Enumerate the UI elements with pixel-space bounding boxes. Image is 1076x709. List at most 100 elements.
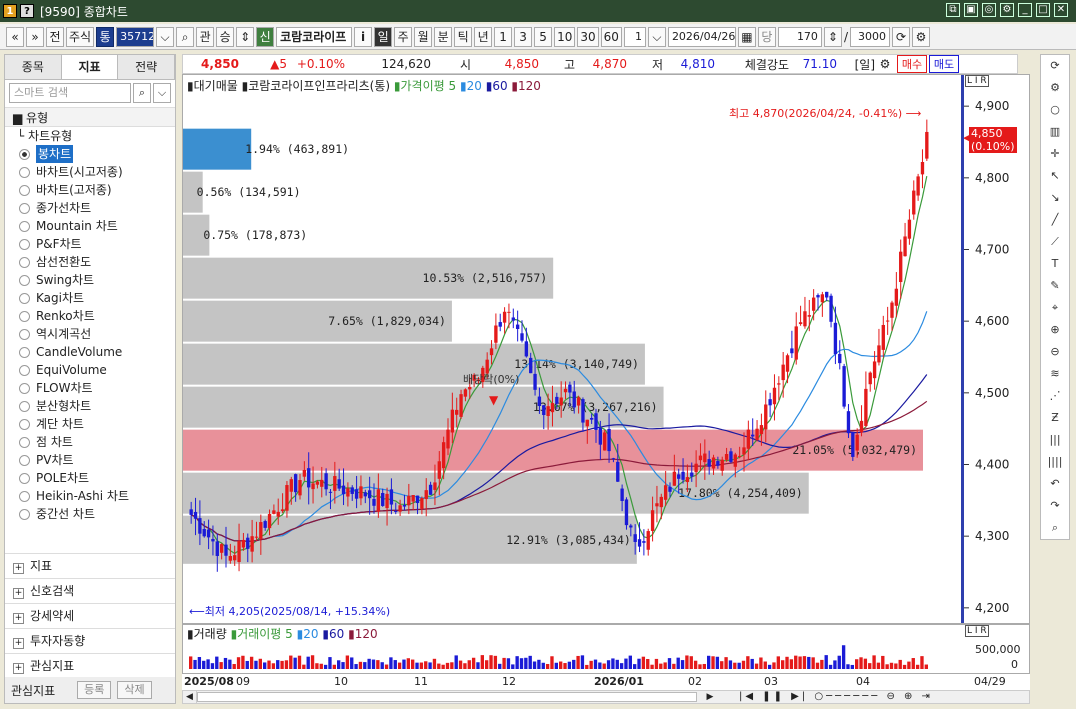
radio-icon[interactable]	[19, 382, 30, 394]
close-icon[interactable]: ✕	[1054, 3, 1068, 17]
grid-lines-icon[interactable]: ||||	[1041, 451, 1069, 473]
radio-icon[interactable]	[19, 364, 30, 376]
radio-icon[interactable]	[19, 418, 30, 430]
chart-type-option[interactable]: Mountain 차트	[5, 217, 175, 235]
unit-dropdown-icon[interactable]: ⌵	[647, 26, 666, 47]
tab-stock[interactable]: 종목	[5, 55, 62, 79]
search-tool-icon[interactable]: ⌕	[1041, 517, 1069, 539]
cycle-lines-icon[interactable]: |||	[1041, 429, 1069, 451]
stock-type-button[interactable]: 주식	[66, 26, 95, 47]
settings-icon[interactable]: ⚙	[1000, 3, 1014, 17]
max-count-input[interactable]: 3000	[849, 26, 890, 47]
chart-type-option[interactable]: 바차트(고저종)	[5, 181, 175, 199]
chart-type-option[interactable]: 봉차트	[5, 145, 175, 163]
volume-chart[interactable]: ▮거래량 ▮거래이평 5 ▮20 ▮60 ▮120 500,000 0 L I …	[182, 624, 1030, 674]
chart-type-option[interactable]: 삼선전환도	[5, 253, 175, 271]
radio-icon[interactable]	[19, 148, 30, 160]
chart-type-option[interactable]: POLE차트	[5, 469, 175, 487]
info-button[interactable]: i	[354, 26, 373, 47]
nav-prev-button[interactable]: «	[6, 26, 24, 47]
zoom-out-icon[interactable]: ⊖	[1041, 341, 1069, 363]
sin-button[interactable]: 신	[256, 26, 275, 47]
cursor-circle-icon[interactable]: ○	[1041, 99, 1069, 121]
sell-button[interactable]: 매도	[929, 55, 959, 73]
chart-scrollbar[interactable]: ◀ ▶ |◀ ❚❚ ▶| ○────── ⊖ ⊕ ⇥	[182, 690, 1030, 704]
chart-type-option[interactable]: Kagi차트	[5, 289, 175, 307]
radio-icon[interactable]	[19, 256, 30, 268]
chart-type-option[interactable]: 종가선차트	[5, 199, 175, 217]
interval-10-button[interactable]: 10	[554, 26, 576, 47]
period-week-tab[interactable]: 주	[394, 26, 413, 47]
gwan-button[interactable]: 관	[196, 26, 215, 47]
seung-button[interactable]: 승	[216, 26, 235, 47]
chart-type-option[interactable]: 점 차트	[5, 433, 175, 451]
chart-type-option[interactable]: Renko차트	[5, 307, 175, 325]
radio-icon[interactable]	[19, 274, 30, 286]
radio-icon[interactable]	[19, 472, 30, 484]
folder-investor[interactable]: + 투자자동향	[5, 628, 175, 653]
interval-60-button[interactable]: 60	[600, 26, 622, 47]
refresh-plus-icon[interactable]: ⟳	[891, 26, 910, 47]
toolbar-settings-icon[interactable]: ⚙	[911, 26, 930, 47]
panel-controls-icon[interactable]: L I R	[965, 75, 989, 87]
radio-icon[interactable]	[19, 184, 30, 196]
all-tool-icon[interactable]: ⌖	[1041, 297, 1069, 319]
chart-type-option[interactable]: PV차트	[5, 451, 175, 469]
count-stepper[interactable]: ⇕	[823, 26, 842, 47]
radio-icon[interactable]	[19, 238, 30, 250]
radio-icon[interactable]	[19, 328, 30, 340]
chart-type-option[interactable]: EquiVolume	[5, 361, 175, 379]
chart-type-option[interactable]: FLOW차트	[5, 379, 175, 397]
chart-bars-icon[interactable]: ▥	[1041, 121, 1069, 143]
zoom-in-icon[interactable]: ⊕	[1041, 319, 1069, 341]
radio-icon[interactable]	[19, 454, 30, 466]
radio-icon[interactable]	[19, 166, 30, 178]
interval-5-button[interactable]: 5	[534, 26, 553, 47]
radio-icon[interactable]	[19, 220, 30, 232]
fib-icon[interactable]: ≋	[1041, 363, 1069, 385]
save-icon[interactable]: ▣	[964, 3, 978, 17]
dang-button[interactable]: 당	[757, 26, 776, 47]
chart-type-option[interactable]: 계단 차트	[5, 415, 175, 433]
scroll-thumb[interactable]	[197, 692, 697, 702]
price-chart-canvas[interactable]: 1.94% (463,891) 0.56% (134,591) 0.75% (178…	[183, 75, 1029, 623]
tab-indicator[interactable]: 지표	[61, 55, 119, 79]
updown-stepper[interactable]: ⇕	[236, 26, 255, 47]
pointer-alt-icon[interactable]: ↘	[1041, 187, 1069, 209]
scroll-right-icon[interactable]: ▶	[703, 691, 717, 703]
search-dropdown-icon[interactable]: ⌵	[153, 83, 171, 103]
fan-icon[interactable]: ⋰	[1041, 385, 1069, 407]
period-month-tab[interactable]: 월	[414, 26, 433, 47]
chart-type-option[interactable]: CandleVolume	[5, 343, 175, 361]
redo-icon[interactable]: ↷	[1041, 495, 1069, 517]
jeon-button[interactable]: 전	[46, 26, 64, 47]
radio-icon[interactable]	[19, 292, 30, 304]
playback-controls[interactable]: |◀ ❚❚ ▶| ○────── ⊖ ⊕ ⇥	[739, 691, 933, 703]
period-tick-tab[interactable]: 틱	[454, 26, 473, 47]
chart-type-option[interactable]: Swing차트	[5, 271, 175, 289]
radio-icon[interactable]	[19, 400, 30, 412]
quote-settings-icon[interactable]: ⚙	[875, 57, 895, 71]
line-icon[interactable]: ╱	[1041, 209, 1069, 231]
period-year-tab[interactable]: 년	[474, 26, 493, 47]
count-input[interactable]: 170	[777, 26, 822, 47]
pen-icon[interactable]: ✎	[1041, 275, 1069, 297]
radio-icon[interactable]	[19, 310, 30, 322]
tong-button[interactable]: 통	[96, 26, 115, 47]
scroll-left-icon[interactable]: ◀	[183, 691, 197, 703]
register-button[interactable]: 등록	[77, 681, 112, 699]
delete-button[interactable]: 삭제	[117, 681, 152, 699]
radio-icon[interactable]	[19, 490, 30, 502]
interval-1-button[interactable]: 1	[494, 26, 513, 47]
radio-icon[interactable]	[19, 436, 30, 448]
period-minute-tab[interactable]: 분	[434, 26, 453, 47]
chart-type-option[interactable]: Heikin-Ashi 차트	[5, 487, 175, 505]
chart-type-option[interactable]: 중간선 차트	[5, 505, 175, 523]
section-type[interactable]: ▆ 유형	[5, 107, 175, 127]
period-day-tab[interactable]: 일	[374, 26, 393, 47]
capture-icon[interactable]: ◎	[982, 3, 996, 17]
minimize-icon[interactable]: _	[1018, 3, 1032, 17]
pointer-icon[interactable]: ↖	[1041, 165, 1069, 187]
stock-name-field[interactable]: 코람코라이프	[276, 26, 353, 47]
help-icon[interactable]: ?	[20, 4, 34, 18]
